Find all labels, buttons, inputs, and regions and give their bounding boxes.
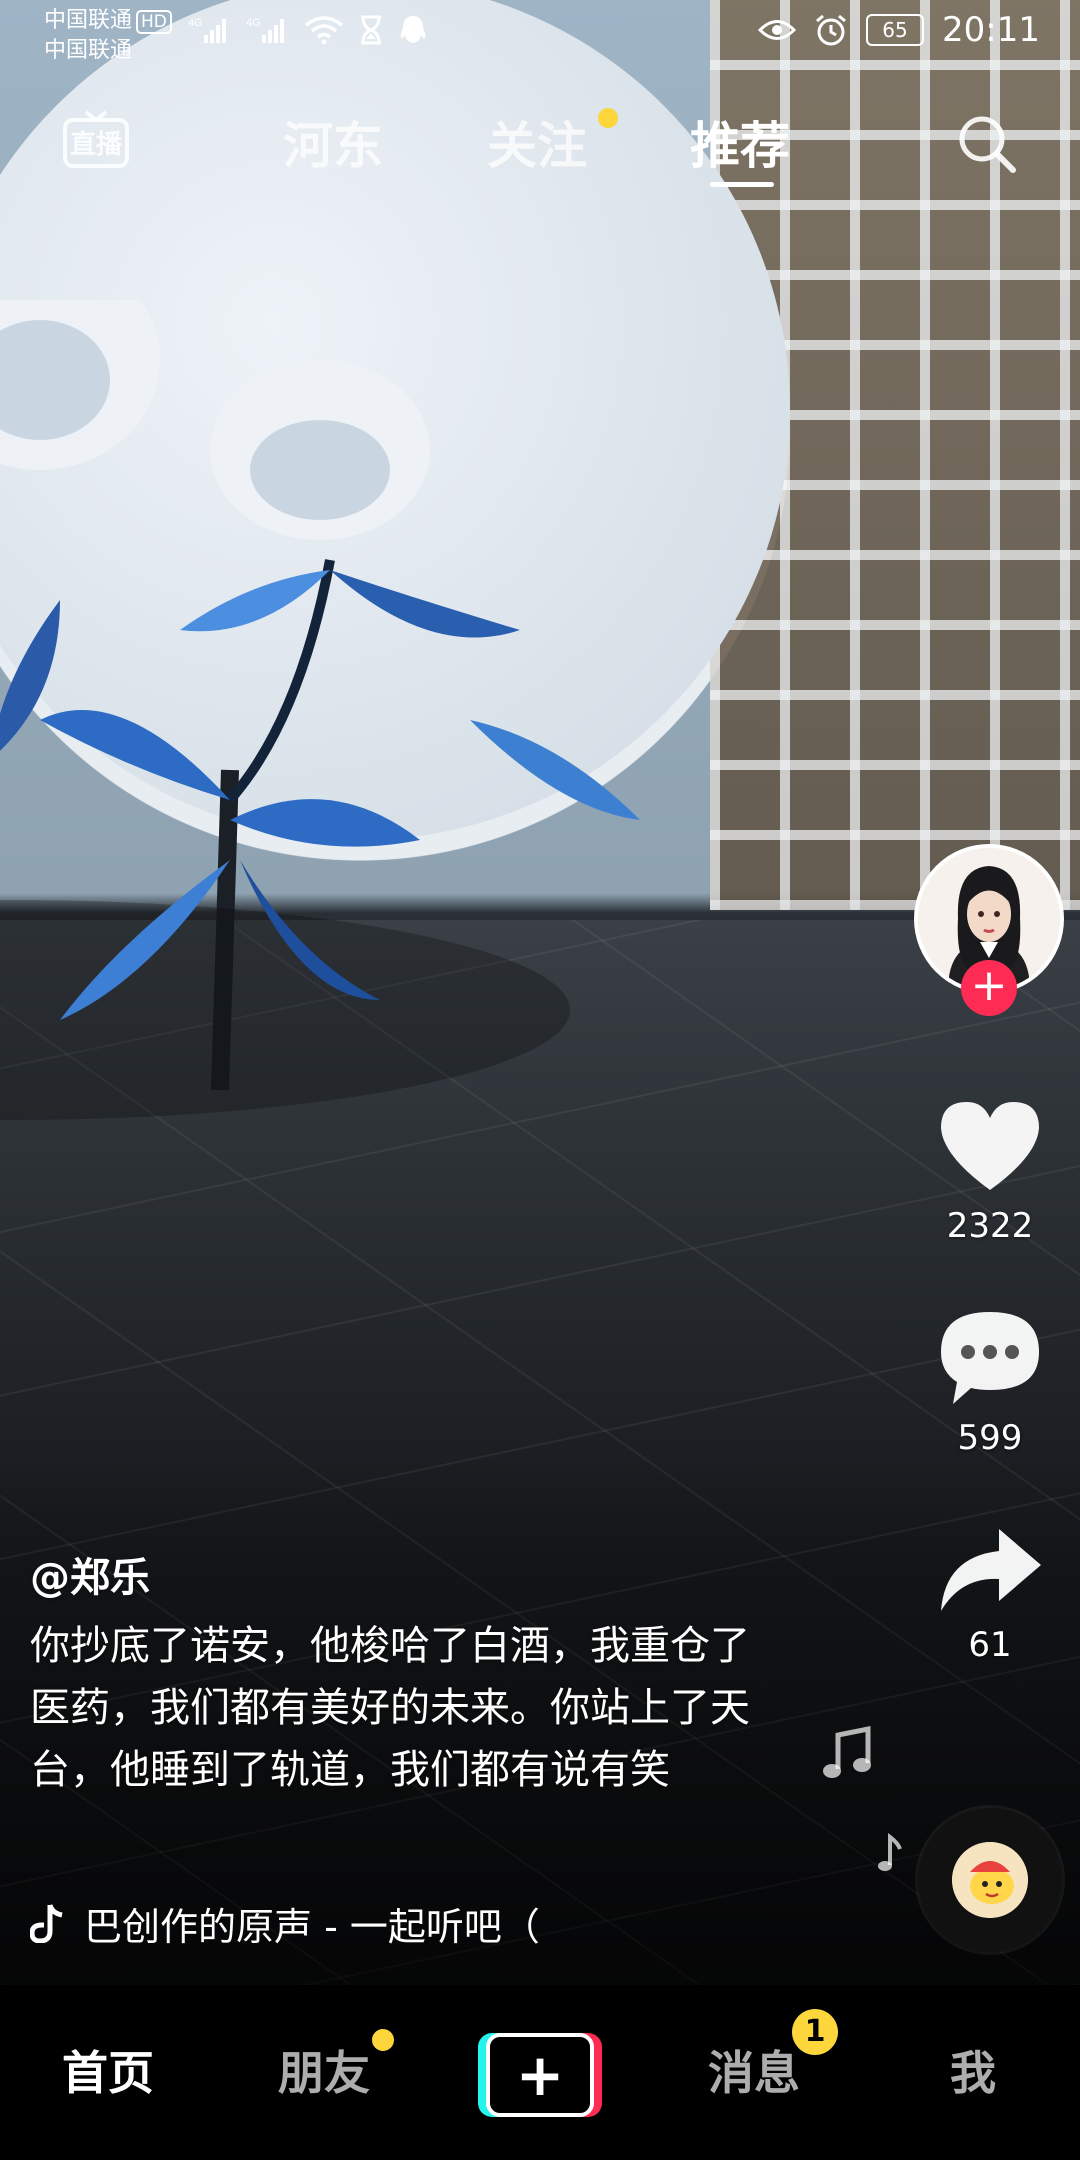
disc-artwork: [952, 1842, 1028, 1918]
comment-count: 599: [957, 1418, 1023, 1458]
nav-friends[interactable]: 朋友: [278, 2037, 370, 2103]
carrier-info: 中国联通 HD 中国联通: [44, 6, 172, 66]
carrier-name-1: 中国联通: [44, 8, 133, 33]
music-note-small-icon: [878, 1833, 902, 1871]
messages-count-badge: 1: [792, 2009, 838, 2055]
follow-plus-button[interactable]: +: [961, 960, 1017, 1016]
flower-sculpture: [0, 300, 640, 1120]
tab-following[interactable]: 关注: [487, 106, 587, 178]
tiktok-note-icon: [30, 1904, 63, 1943]
music-info[interactable]: 巴创作的原声 - 一起听吧（: [30, 1898, 650, 1949]
plus-icon: +: [486, 2033, 594, 2117]
svg-text:直播: 直播: [70, 130, 123, 160]
music-title: 巴创作的原声 - 一起听吧（: [84, 1904, 540, 1949]
following-dot-badge: [598, 108, 618, 128]
signal-group: 4G 4G: [188, 14, 428, 46]
hd-badge: HD: [136, 10, 172, 34]
wifi-icon: [304, 16, 344, 45]
comment-action[interactable]: 599: [930, 1308, 1050, 1458]
nav-home[interactable]: 首页: [62, 2037, 154, 2103]
search-icon[interactable]: [955, 112, 1019, 176]
video-caption: 你抄底了诺安，他梭哈了白酒，我重仓了医药，我们都有美好的未来。你站上了天台，他睡…: [30, 1623, 750, 1793]
music-note-icon: [823, 1725, 871, 1778]
svg-text:4G: 4G: [188, 17, 203, 29]
carrier-name-2: 中国联通: [44, 38, 133, 63]
screen: 中国联通 HD 中国联通 4G 4G 65 20:11 直播 河东 关注 推荐 …: [0, 0, 1080, 2160]
share-action[interactable]: 61: [930, 1525, 1050, 1665]
signal-4g-icon-2: 4G: [246, 17, 284, 43]
create-post-button[interactable]: +: [478, 2033, 602, 2117]
nav-me[interactable]: 我: [950, 2037, 996, 2103]
hourglass-icon: [361, 15, 381, 45]
live-icon[interactable]: 直播: [62, 108, 130, 172]
battery-indicator: 65: [866, 14, 925, 46]
like-action[interactable]: 2322: [930, 1096, 1050, 1246]
tab-recommended[interactable]: 推荐: [690, 106, 790, 178]
alarm-icon: [816, 14, 846, 46]
friends-dot-badge: [372, 2029, 394, 2051]
top-nav: 直播 河东 关注 推荐: [0, 100, 1080, 190]
share-count: 61: [968, 1625, 1012, 1665]
status-bar: 中国联通 HD 中国联通 4G 4G 65 20:11: [0, 0, 1080, 70]
music-disc-icon[interactable]: [918, 1808, 1062, 1952]
active-tab-indicator: [710, 182, 774, 187]
signal-4g-icon: 4G: [188, 17, 226, 43]
like-count: 2322: [946, 1206, 1034, 1246]
status-right: 65 20:11: [758, 10, 1040, 50]
clock: 20:11: [942, 10, 1040, 50]
battery-level: 65: [882, 18, 908, 42]
creator-username[interactable]: @郑乐: [30, 1545, 150, 1603]
tab-hedong[interactable]: 河东: [283, 106, 383, 178]
eye-comfort-icon: [758, 20, 797, 40]
share-icon[interactable]: [935, 1525, 1045, 1615]
heart-icon[interactable]: [935, 1096, 1045, 1196]
svg-text:4G: 4G: [246, 17, 261, 29]
bottom-nav: 首页 朋友 + 消息 1 我: [0, 1985, 1080, 2160]
nav-messages[interactable]: 消息: [708, 2037, 800, 2103]
comment-icon[interactable]: [935, 1308, 1045, 1408]
qq-icon: [400, 16, 426, 43]
